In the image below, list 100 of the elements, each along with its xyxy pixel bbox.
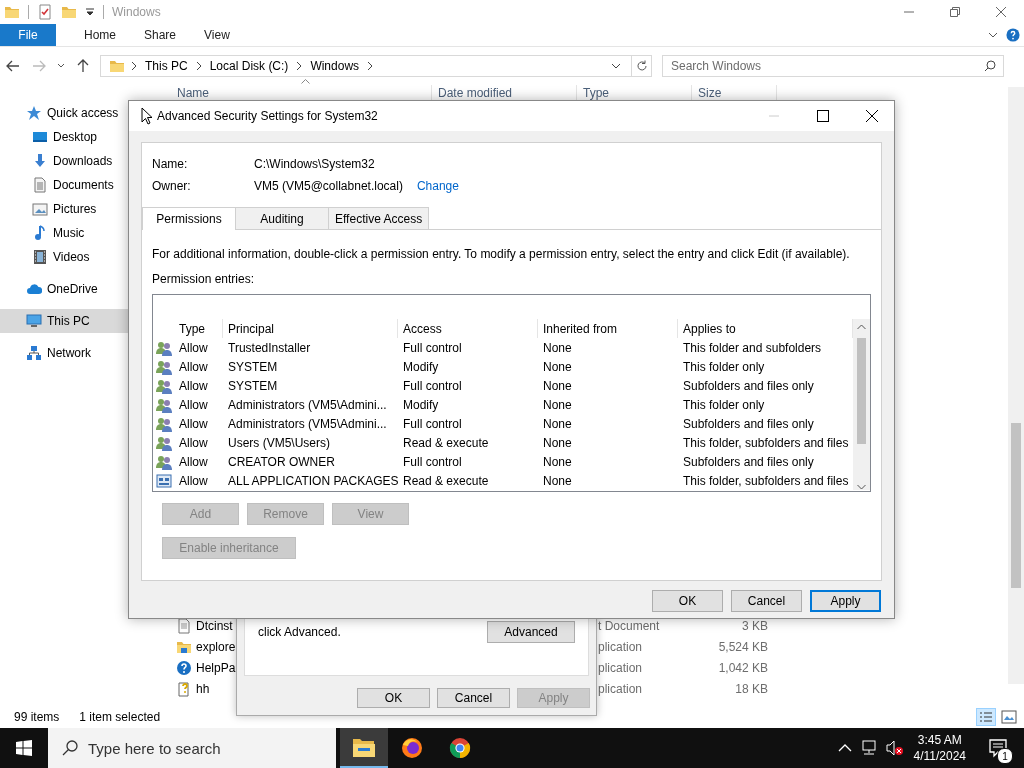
- user-group-icon: [156, 377, 172, 394]
- checklist-icon[interactable]: [37, 4, 53, 20]
- nav-item[interactable]: Downloads: [0, 149, 128, 173]
- table-cell-text: Administrators (VM5\Admini...: [227, 397, 388, 412]
- search-field[interactable]: Search Windows: [662, 55, 1004, 77]
- nav-item[interactable]: Documents: [0, 173, 128, 197]
- nav-item[interactable]: Music: [0, 221, 128, 245]
- taskbar-search-field[interactable]: Type here to search: [48, 728, 336, 768]
- permission-row[interactable]: Allow Users (VM5\Users) Read & execute None This folder, subfolders and files: [153, 433, 853, 452]
- breadcrumb-item[interactable]: This PC: [143, 59, 190, 73]
- permission-row[interactable]: Allow TrustedInstaller Full control None This folder and subfolders: [153, 338, 853, 357]
- firefox-icon: [400, 736, 424, 760]
- field-value: C:\Windows\System32: [254, 157, 375, 171]
- permission-row[interactable]: Allow CREATOR OWNER Full control None Subfolders and files only: [153, 452, 853, 471]
- chevron-down-icon[interactable]: [57, 63, 65, 69]
- large-icons-view-icon[interactable]: [1000, 708, 1018, 726]
- package-icon: [156, 472, 172, 489]
- scrollbar-thumb[interactable]: [857, 338, 866, 444]
- table-cell-text: CREATOR OWNER: [227, 454, 336, 469]
- table-cell-text: ALL APPLICATION PACKAGES: [227, 473, 398, 488]
- scrollbar[interactable]: [1008, 87, 1024, 684]
- table-cell-text: Allow: [178, 454, 209, 469]
- table-cell-text: This folder and subfolders: [682, 340, 823, 355]
- clock[interactable]: 3:45 AM 4/11/2024: [913, 732, 966, 764]
- dialog-button[interactable]: Apply: [810, 590, 881, 612]
- network-icon[interactable]: [859, 740, 878, 756]
- details-view-icon[interactable]: [976, 708, 996, 726]
- chevron-right-icon: [296, 61, 303, 71]
- speaker-muted-icon[interactable]: [885, 740, 904, 756]
- download-icon: [32, 153, 48, 169]
- column-header[interactable]: Inherited from: [538, 319, 678, 338]
- table-cell-text: Allow: [178, 473, 209, 488]
- permission-row[interactable]: Allow Administrators (VM5\Admini... Modify None This folder only: [153, 395, 853, 414]
- text-file-icon: [176, 617, 192, 634]
- table-cell-text: None: [542, 454, 573, 469]
- scrollbar-thumb[interactable]: [1011, 423, 1021, 588]
- permission-row[interactable]: Allow SYSTEM Modify None This folder only: [153, 357, 853, 376]
- back-arrow-icon[interactable]: [6, 60, 20, 72]
- nav-item[interactable]: Network: [0, 341, 128, 365]
- tab[interactable]: Permissions: [142, 207, 236, 230]
- user-group-icon: [156, 453, 172, 470]
- up-arrow-icon[interactable]: [77, 59, 89, 73]
- dialog-button[interactable]: OK: [357, 688, 430, 708]
- permission-row[interactable]: Allow SYSTEM Full control None Subfolders and files only: [153, 376, 853, 395]
- ribbon-tab[interactable]: Home: [70, 24, 130, 46]
- table-cell-text: This folder, subfolders and files: [682, 435, 850, 450]
- windows-logo-icon[interactable]: [16, 740, 32, 756]
- ribbon-tab[interactable]: View: [190, 24, 244, 46]
- dialog-button[interactable]: OK: [652, 590, 723, 612]
- chevron-right-icon: [195, 61, 202, 71]
- dropdown-icon[interactable]: [85, 7, 95, 17]
- star-icon: [26, 105, 42, 121]
- computer-icon: [26, 313, 42, 329]
- permission-row[interactable]: Allow Administrators (VM5\Admini... Full control None Subfolders and files only: [153, 414, 853, 433]
- search-icon[interactable]: [984, 60, 996, 72]
- nav-item[interactable]: Desktop: [0, 125, 128, 149]
- ribbon-tab[interactable]: Share: [130, 24, 191, 46]
- restore-icon[interactable]: [950, 7, 960, 17]
- nav-item[interactable]: This PC: [0, 309, 128, 333]
- scrollbar[interactable]: [853, 319, 870, 490]
- table-cell-text: Read & execute: [402, 435, 490, 450]
- table-cell-text: TrustedInstaller: [227, 340, 312, 355]
- nav-item[interactable]: Pictures: [0, 197, 128, 221]
- window-title: Advanced Security Settings for System32: [157, 109, 378, 123]
- breadcrumb-item[interactable]: Windows: [308, 59, 362, 73]
- user-group-icon: [156, 396, 172, 413]
- chevron-down-icon[interactable]: [611, 61, 621, 71]
- column-header[interactable]: Name: [171, 86, 431, 100]
- tab[interactable]: Effective Access: [328, 207, 430, 229]
- chrome-icon: [448, 736, 472, 760]
- address-bar[interactable]: This PC Local Disk (C:) Windows: [100, 55, 632, 77]
- table-cell-text: This folder only: [682, 397, 766, 412]
- notification-icon[interactable]: [988, 738, 1008, 758]
- taskbar-app[interactable]: [340, 728, 388, 768]
- refresh-icon[interactable]: [635, 60, 648, 72]
- permission-row[interactable]: Allow ALL APPLICATION PACKAGES Read & execute None This folder, subfolders and files: [153, 471, 853, 490]
- advanced-button[interactable]: Advanced: [487, 621, 575, 643]
- maximize-icon[interactable]: [816, 110, 829, 122]
- column-header[interactable]: Access: [398, 319, 538, 338]
- file-menu-tab[interactable]: File: [0, 24, 56, 46]
- nav-item[interactable]: Quick access: [0, 101, 128, 125]
- help-file-icon: [176, 680, 192, 697]
- chevron-up-icon[interactable]: [837, 744, 852, 752]
- nav-item[interactable]: OneDrive: [0, 277, 128, 301]
- column-header[interactable]: Principal: [223, 319, 398, 338]
- dialog-button[interactable]: Cancel: [731, 590, 802, 612]
- folder-icon: [109, 58, 125, 74]
- chevron-down-icon[interactable]: [988, 30, 998, 40]
- change-link[interactable]: Change: [416, 179, 459, 193]
- dialog-button[interactable]: Cancel: [437, 688, 510, 708]
- help-icon[interactable]: [1006, 28, 1020, 42]
- tab[interactable]: Auditing: [235, 207, 329, 229]
- breadcrumb-item[interactable]: Local Disk (C:): [207, 59, 291, 73]
- file-type: t Document: [598, 618, 660, 633]
- window-title: Windows: [112, 5, 161, 19]
- nav-item[interactable]: Videos: [0, 245, 128, 269]
- table-cell-text: Allow: [178, 378, 209, 393]
- user-group-icon: [156, 339, 172, 356]
- close-icon[interactable]: [865, 110, 878, 122]
- column-header[interactable]: Type: [174, 319, 223, 338]
